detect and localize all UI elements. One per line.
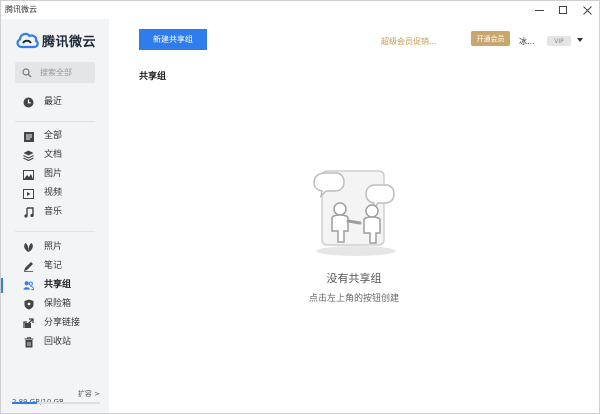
minimize-button[interactable] <box>527 1 551 19</box>
close-button[interactable] <box>575 1 599 19</box>
sidebar-item-label: 分享链接 <box>44 318 81 328</box>
group-icon <box>23 280 34 291</box>
sidebar-item-label: 文档 <box>44 150 63 160</box>
empty-group-illustration-icon <box>313 170 396 256</box>
vip-badge: VIP <box>547 36 571 46</box>
share-link-icon <box>23 318 34 329</box>
storage-progress-fill <box>12 402 38 404</box>
sidebar: 腾讯微云 搜索全部 最近 全部 文档 图片 视频 音乐 照片 笔记 共享组 保险… <box>1 19 109 413</box>
divider <box>15 121 95 122</box>
sidebar-item-share-links[interactable]: 分享链接 <box>1 314 109 333</box>
sidebar-item-label: 图片 <box>44 169 63 179</box>
vip-badge-text: VIP <box>554 37 564 45</box>
list-icon <box>23 131 34 142</box>
sidebar-item-recent[interactable]: 最近 <box>1 93 109 112</box>
window-title: 腾讯微云 <box>5 5 37 14</box>
page-title: 共享组 <box>139 72 167 82</box>
sidebar-item-label: 共享组 <box>44 280 72 290</box>
image-icon <box>23 169 34 180</box>
sidebar-item-documents[interactable]: 文档 <box>1 146 109 165</box>
sidebar-item-videos[interactable]: 视频 <box>1 184 109 203</box>
expand-storage-link[interactable]: 扩容 > <box>78 389 100 399</box>
sidebar-item-photos[interactable]: 照片 <box>1 238 109 257</box>
sidebar-item-label: 音乐 <box>44 207 63 217</box>
layers-icon <box>23 150 34 161</box>
title-bar: 腾讯微云 <box>1 1 599 19</box>
sidebar-item-label: 全部 <box>44 131 63 141</box>
open-vip-button[interactable]: 开通会员 <box>471 31 510 46</box>
video-icon <box>23 188 34 199</box>
sidebar-item-label: 保险箱 <box>44 299 72 309</box>
storage-progress-track <box>12 402 100 404</box>
empty-state-subtitle: 点击左上角的按钮创建 <box>308 294 399 304</box>
music-icon <box>23 207 34 218</box>
sidebar-item-shared-groups[interactable]: 共享组 <box>1 276 109 295</box>
sidebar-item-all[interactable]: 全部 <box>1 127 109 146</box>
search-box[interactable]: 搜索全部 <box>15 62 95 83</box>
logo: 腾讯微云 <box>15 30 96 50</box>
search-icon <box>22 67 32 77</box>
user-menu-dropdown-icon[interactable] <box>577 38 583 42</box>
maximize-icon <box>559 6 567 14</box>
clock-icon <box>23 97 34 108</box>
cloud-logo-icon <box>16 32 39 49</box>
sidebar-item-label: 视频 <box>44 188 63 198</box>
storage-meter: 2.89 GB/10 GB 扩容 > <box>12 389 100 408</box>
close-icon <box>582 5 592 15</box>
sidebar-item-images[interactable]: 图片 <box>1 165 109 184</box>
empty-state-title: 没有共享组 <box>326 272 382 285</box>
maximize-button[interactable] <box>551 1 575 19</box>
pen-icon <box>23 261 34 272</box>
minimize-icon <box>534 9 544 11</box>
app-window: 腾讯微云 腾讯微云 搜索全部 最近 全部 文档 图片 视频 音乐 照片 笔记 共… <box>0 0 600 414</box>
sidebar-item-label: 最近 <box>44 97 63 107</box>
search-placeholder: 搜索全部 <box>40 68 72 77</box>
sidebar-item-safe-box[interactable]: 保险箱 <box>1 295 109 314</box>
logo-text: 腾讯微云 <box>42 34 97 50</box>
sidebar-item-label: 回收站 <box>44 337 72 347</box>
trash-icon <box>23 337 34 348</box>
sidebar-item-music[interactable]: 音乐 <box>1 203 109 222</box>
divider <box>15 231 95 232</box>
new-shared-group-button[interactable]: 新建共享组 <box>139 29 207 50</box>
main-panel: 新建共享组 超级会员促销... 开通会员 冰... VIP 共享组 没有共享组 … <box>109 19 599 413</box>
vip-promo-link[interactable]: 超级会员促销... <box>381 36 437 47</box>
username[interactable]: 冰... <box>519 36 535 47</box>
sidebar-item-recycle-bin[interactable]: 回收站 <box>1 333 109 352</box>
photo-leaf-icon <box>23 242 34 253</box>
sidebar-item-notes[interactable]: 笔记 <box>1 257 109 276</box>
shield-icon <box>23 299 34 310</box>
sidebar-item-label: 照片 <box>44 242 63 252</box>
sidebar-item-label: 笔记 <box>44 261 63 271</box>
